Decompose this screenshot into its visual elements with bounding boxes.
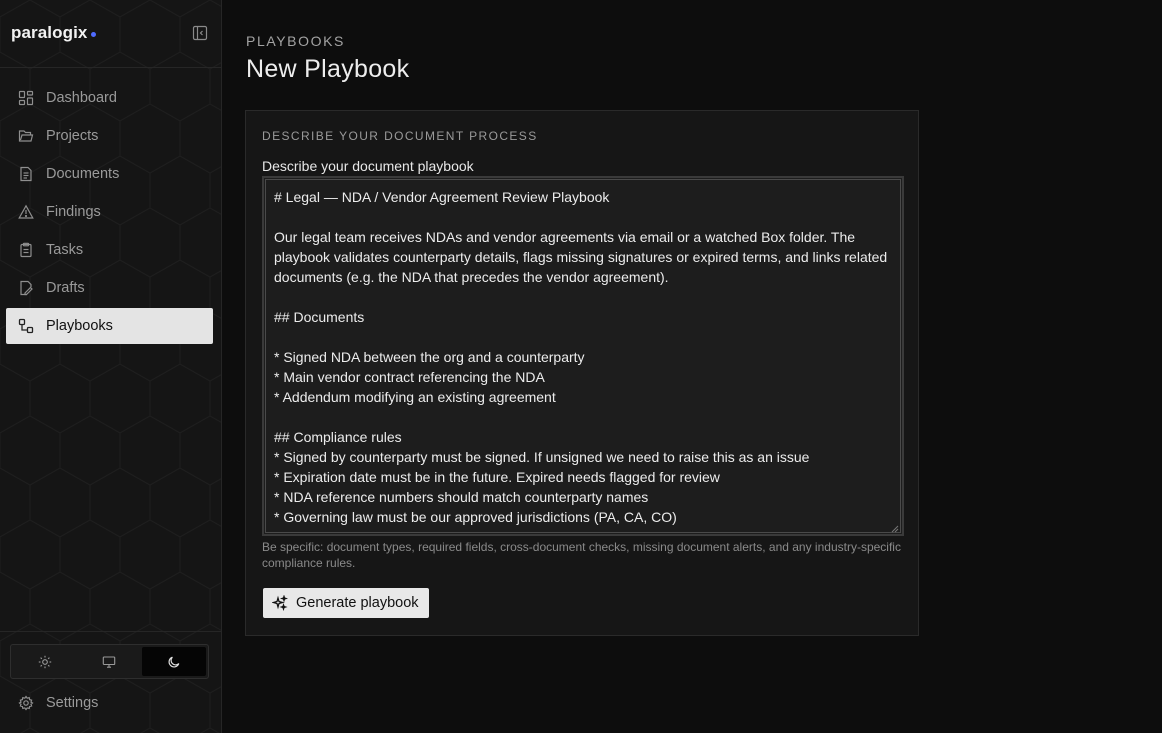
sidebar-item-label: Tasks (46, 242, 84, 258)
dashboard-icon (18, 90, 34, 106)
sidebar-nav: Dashboard Projects Documents Findings Ta… (6, 80, 213, 346)
settings-label: Settings (46, 695, 99, 711)
folder-icon (18, 130, 34, 142)
section-heading: DESCRIBE YOUR DOCUMENT PROCESS (262, 129, 538, 143)
sidebar: paralogix Dashboard Projects Documents F… (0, 0, 222, 733)
sidebar-item-label: Findings (46, 204, 101, 220)
sidebar-item-documents[interactable]: Documents (6, 156, 213, 192)
moon-icon (168, 656, 180, 667)
brand-logo[interactable]: paralogix (11, 23, 97, 43)
theme-system-button[interactable] (77, 647, 141, 676)
sidebar-item-findings[interactable]: Findings (6, 194, 213, 230)
main-content: PLAYBOOKS New Playbook DESCRIBE YOUR DOC… (222, 0, 1162, 733)
sidebar-item-label: Drafts (46, 280, 85, 296)
sidebar-item-drafts[interactable]: Drafts (6, 270, 213, 306)
monitor-icon (103, 655, 116, 668)
warning-triangle-icon (18, 204, 34, 219)
document-icon (20, 166, 32, 182)
resize-handle-icon[interactable] (890, 524, 899, 533)
generate-button-label: Generate playbook (296, 595, 419, 611)
page-title: New Playbook (246, 55, 410, 83)
brand-name: paralogix (11, 23, 88, 42)
draft-file-icon (20, 280, 33, 296)
sidebar-item-projects[interactable]: Projects (6, 118, 213, 154)
breadcrumb[interactable]: PLAYBOOKS (246, 33, 345, 49)
sidebar-collapse-icon[interactable] (192, 25, 208, 41)
sidebar-divider (0, 631, 221, 632)
workflow-icon (18, 318, 34, 334)
brand-dot (91, 32, 97, 37)
field-label: Describe your document playbook (262, 158, 474, 174)
playbook-form-card: DESCRIBE YOUR DOCUMENT PROCESS Describe … (245, 110, 919, 636)
theme-dark-button[interactable] (141, 647, 206, 676)
sun-icon (38, 655, 52, 668)
sidebar-item-label: Documents (46, 166, 120, 182)
sidebar-item-dashboard[interactable]: Dashboard (6, 80, 213, 116)
theme-light-button[interactable] (13, 647, 77, 676)
sidebar-item-playbooks[interactable]: Playbooks (6, 308, 213, 344)
sidebar-item-label: Dashboard (46, 90, 117, 106)
sparkles-icon (272, 595, 288, 611)
sidebar-item-label: Projects (46, 128, 99, 144)
sidebar-item-settings[interactable]: Settings (18, 695, 98, 711)
sidebar-item-label: Playbooks (46, 318, 113, 334)
playbook-description-textarea[interactable]: # Legal — NDA / Vendor Agreement Review … (262, 176, 904, 536)
generate-playbook-button[interactable]: Generate playbook (263, 588, 429, 618)
theme-switcher (10, 644, 209, 679)
clipboard-icon (20, 242, 32, 258)
sidebar-divider (0, 67, 221, 68)
gear-icon (18, 695, 34, 711)
sidebar-item-tasks[interactable]: Tasks (6, 232, 213, 268)
helper-text: Be specific: document types, required fi… (262, 540, 901, 570)
